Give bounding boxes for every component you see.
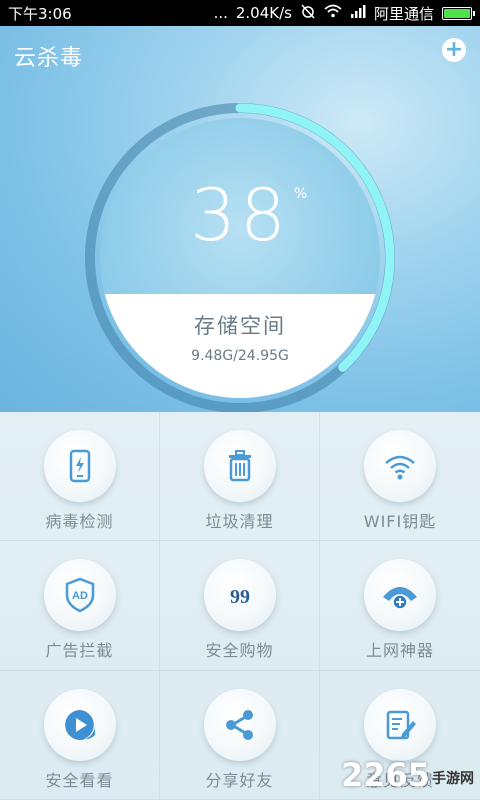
tool-button[interactable] [364, 559, 436, 632]
storage-value: 9.48G/24.95G [191, 348, 289, 364]
tool-label: 病毒检测 [45, 512, 114, 531]
svg-text:AD: AD [72, 590, 88, 602]
svg-text:99: 99 [230, 586, 250, 608]
tool-button[interactable]: AD [43, 559, 116, 632]
tool-junk-clean[interactable]: 垃圾清理 [160, 412, 320, 542]
tool-internet-booster[interactable]: 上网神器 [320, 541, 480, 671]
phone-shield-icon [69, 449, 90, 483]
trash-icon [228, 450, 251, 482]
tool-label: 安全购物 [205, 641, 274, 661]
carrier-name: 阿里通信 [373, 4, 434, 23]
video-play-icon [64, 709, 95, 740]
watermark-site: 手游网 [432, 771, 474, 787]
wifi-status-icon [324, 4, 342, 22]
signal-plus-icon [383, 587, 417, 611]
tool-label: 上网神器 [365, 641, 434, 661]
tool-button[interactable] [203, 688, 276, 761]
site-watermark: 2265 手游网 [341, 756, 474, 794]
ad-block-icon: AD [65, 577, 94, 613]
percent-sign: % [294, 186, 308, 202]
tool-button[interactable] [364, 688, 436, 761]
tool-button[interactable] [43, 430, 116, 502]
storage-panel: 云杀毒 + 38 % 存储空间 9.48G/24.95G [0, 26, 480, 412]
tool-button[interactable] [43, 688, 116, 761]
share-icon [225, 709, 253, 740]
tool-button[interactable]: 99 [203, 559, 276, 632]
tool-virus-scan[interactable]: 病毒检测 [0, 412, 160, 542]
tool-button[interactable] [364, 430, 436, 502]
shopping-99-icon: 99 [230, 586, 250, 608]
status-time: 下午3:06 [8, 4, 72, 23]
tool-label: 垃圾清理 [205, 512, 274, 531]
wifi-icon [385, 455, 415, 480]
signal-icon [350, 4, 366, 22]
feedback-edit-icon [386, 710, 416, 739]
tool-safe-shopping[interactable]: 99 安全购物 [160, 541, 320, 671]
storage-label: 存储空间 [194, 314, 286, 338]
tools-grid: 病毒检测 垃圾清理 WIFI钥匙 AD 广告拦截 99 安全购物 上网神器 安全… [0, 412, 480, 800]
status-bar: 下午3:06 ... 2.04K/s 阿里通信 [0, 0, 480, 26]
tool-label: 分享好友 [205, 770, 274, 790]
add-button[interactable]: + [442, 38, 466, 62]
tool-wifi-key[interactable]: WIFI钥匙 [320, 412, 480, 542]
tool-share-friends[interactable]: 分享好友 [160, 670, 320, 800]
usage-percent: 38 [190, 173, 290, 257]
watermark-number: 2265 [340, 756, 430, 794]
storage-gauge[interactable]: 38 % 存储空间 9.48G/24.95G [80, 98, 400, 412]
alarm-off-icon [300, 3, 316, 23]
gauge-dial: 38 % 存储空间 9.48G/24.95G [100, 118, 380, 398]
tool-ad-block[interactable]: AD 广告拦截 [0, 541, 160, 671]
tool-label: WIFI钥匙 [363, 512, 437, 531]
tool-label: 广告拦截 [45, 641, 114, 661]
app-title: 云杀毒 [14, 46, 84, 71]
status-dots: ... [213, 4, 228, 22]
tool-button[interactable] [203, 430, 276, 502]
tool-safe-video[interactable]: 安全看看 [0, 670, 160, 800]
battery-icon [442, 6, 475, 20]
tool-label: 安全看看 [45, 770, 114, 790]
network-speed: 2.04K/s [235, 4, 292, 22]
